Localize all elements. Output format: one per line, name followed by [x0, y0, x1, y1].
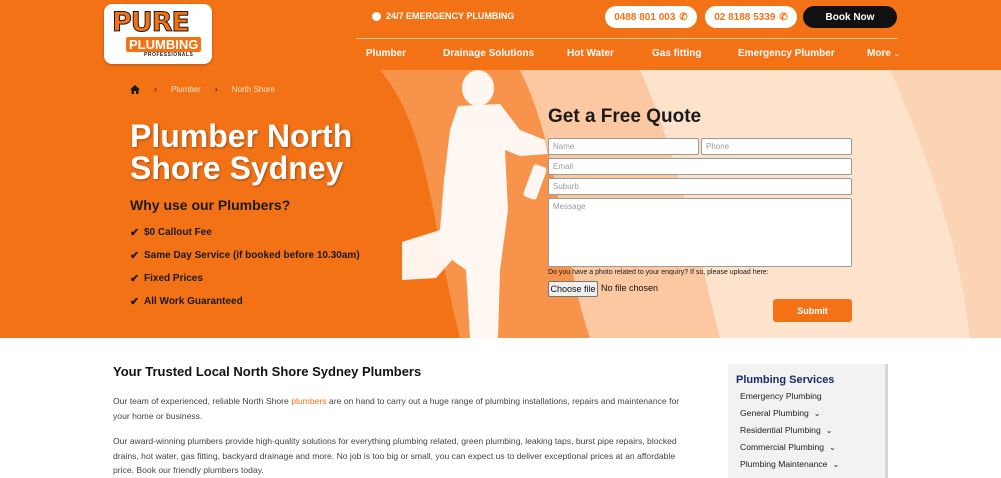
check-icon: ✔ [130, 296, 140, 308]
sidebar-item-label: Residential Plumbing [740, 425, 821, 435]
sidebar-item-label: Emergency Plumbing [740, 391, 822, 401]
plumbers-link[interactable]: plumbers [291, 396, 326, 406]
check-icon: ✔ [130, 227, 140, 239]
sidebar-item-residential-plumbing[interactable]: Residential Plumbing ⌄ [740, 425, 832, 435]
benefit-text: All Work Guaranteed [144, 296, 243, 307]
benefit-item: ✔ Fixed Prices [130, 267, 360, 290]
check-icon: ✔ [130, 273, 140, 285]
content-heading: Your Trusted Local North Shore Sydney Pl… [113, 364, 422, 379]
home-icon[interactable] [130, 84, 140, 94]
chevron-down-icon[interactable]: ⌄ [814, 409, 821, 418]
site-header: PURE PLUMBING PROFESSIONALS 24/7 EMERGEN… [0, 0, 1001, 70]
benefits-list: ✔ $0 Callout Fee ✔ Same Day Service (if bo… [130, 221, 360, 313]
sidebar-item-plumbing-maintenance[interactable]: Plumbing Maintenance ⌄ [740, 459, 839, 469]
breadcrumb: › Plumber › North Shore [130, 84, 275, 94]
benefit-text: Same Day Service (if booked before 10.30… [144, 250, 360, 261]
sidebar-item-label: Commercial Plumbing [740, 442, 825, 452]
why-heading: Why use our Plumbers? [130, 197, 291, 213]
chevron-down-icon[interactable]: ⌄ [826, 426, 833, 435]
breadcrumb-north-shore: North Shore [231, 84, 275, 94]
sidebar-item-emergency-plumbing[interactable]: Emergency Plumbing [740, 391, 822, 401]
phone-button-1[interactable]: 0488 801 003 ✆ [605, 6, 697, 28]
sidebar-item-commercial-plumbing[interactable]: Commercial Plumbing ⌄ [740, 442, 836, 452]
benefit-item: ✔ $0 Callout Fee [130, 221, 360, 244]
phone-icon: ✆ [679, 11, 688, 23]
phone-number-1: 0488 801 003 [614, 11, 676, 23]
book-now-button[interactable]: Book Now [803, 6, 897, 28]
upload-label: Do you have a photo related to your enqu… [548, 269, 769, 276]
nav-drainage-solutions[interactable]: Drainage Solutions [443, 48, 534, 59]
page-title: Plumber North Shore Sydney [130, 118, 353, 186]
file-status: No file chosen [601, 283, 659, 293]
logo-sub-text: PLUMBING [126, 37, 202, 52]
benefit-text: Fixed Prices [144, 273, 203, 284]
nav-plumber[interactable]: Plumber [366, 48, 406, 59]
phone-number-2: 02 8188 5339 [714, 11, 776, 23]
services-paragraph: Our award-winning plumbers provide high-… [113, 436, 677, 475]
chevron-right-icon: › [154, 84, 157, 94]
sidebar-item-label: Plumbing Maintenance [740, 459, 828, 469]
nav-more[interactable]: More ⌄ [867, 48, 900, 59]
chevron-right-icon: › [214, 84, 218, 94]
nav-more-label: More [867, 48, 891, 59]
intro-text-a: Our team of experienced, reliable North … [113, 396, 292, 406]
chevron-down-icon[interactable]: ⌄ [829, 443, 836, 452]
benefit-item: ✔ Same Day Service (if booked before 10.3… [130, 244, 360, 267]
logo-tagline: PROFESSIONALS [144, 52, 194, 58]
sidebar-item-label: General Plumbing [740, 408, 809, 418]
chevron-down-icon: ⌄ [893, 51, 900, 58]
sidebar-item-general-plumbing[interactable]: General Plumbing ⌄ [740, 408, 821, 418]
submit-button[interactable]: Submit [773, 299, 852, 322]
nav-gas-fitting[interactable]: Gas fitting [652, 48, 701, 59]
benefit-item: ✔ All Work Guaranteed [130, 290, 360, 313]
breadcrumb-plumber[interactable]: Plumber [171, 85, 201, 94]
message-textarea[interactable]: Message [548, 198, 852, 267]
email-input[interactable]: Email [548, 158, 852, 175]
intro-paragraph: Our team of experienced, reliable North … [113, 394, 685, 423]
sidebar-title: Plumbing Services [736, 374, 835, 386]
benefit-text: $0 Callout Fee [144, 227, 212, 238]
name-input[interactable]: Name [548, 138, 699, 155]
nav-hot-water[interactable]: Hot Water [567, 48, 614, 59]
phone-icon: ✆ [779, 11, 788, 23]
clock-icon [372, 11, 381, 21]
chevron-down-icon[interactable]: ⌄ [832, 460, 839, 469]
nav-emergency-plumber[interactable]: Emergency Plumber [738, 48, 835, 59]
emergency-text: 24/7 EMERGENCY PLUMBING [386, 11, 515, 21]
header-divider [356, 38, 898, 39]
emergency-banner: 24/7 EMERGENCY PLUMBING [372, 11, 514, 21]
phone-input[interactable]: Phone [701, 138, 852, 155]
services-sidebar: Plumbing Services Emergency Plumbing Gen… [728, 364, 888, 478]
phone-button-2[interactable]: 02 8188 5339 ✆ [705, 6, 797, 28]
logo-main-text: PURE [112, 7, 191, 38]
logo[interactable]: PURE PLUMBING PROFESSIONALS [104, 4, 212, 64]
quote-form-title: Get a Free Quote [548, 106, 702, 127]
suburb-input[interactable]: Suburb [548, 178, 852, 195]
check-icon: ✔ [130, 250, 140, 262]
hero-section: › Plumber › North Shore Plumber North Sh… [0, 70, 1001, 338]
choose-file-button[interactable]: Choose file [548, 281, 598, 297]
